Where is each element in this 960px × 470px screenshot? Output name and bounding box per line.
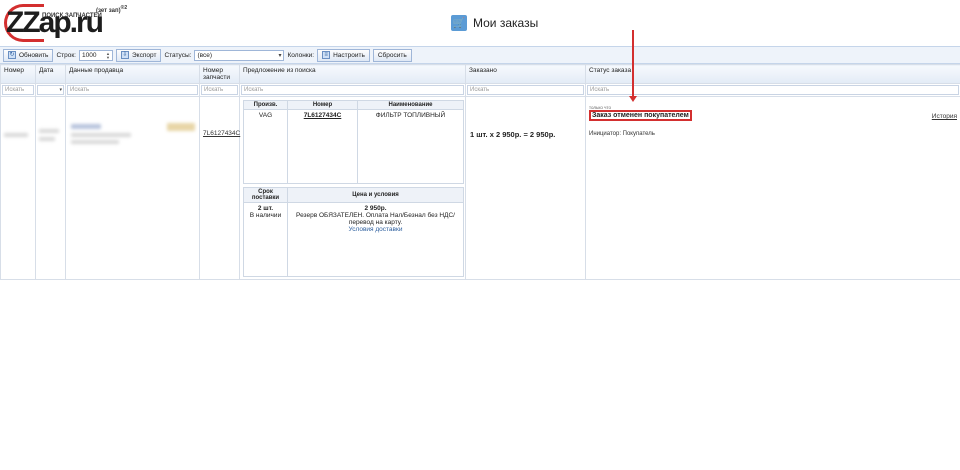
export-icon: ⇩ — [121, 51, 129, 59]
column-header-seller[interactable]: Данные продавца — [65, 64, 200, 84]
rows-input[interactable]: 1000 ▲ ▼ — [79, 49, 113, 61]
spinner-icon[interactable]: ▲ ▼ — [106, 51, 111, 60]
logo-brand: ZZap.ru — [6, 6, 104, 39]
offer-availability: В наличии — [249, 212, 282, 219]
logo-tagline: ПОИСК ЗАПЧАСТЕЙ — [42, 13, 102, 19]
columns-label: Колонки: — [287, 51, 315, 59]
offer-price-cell: 2 950р. Резерв ОБЯЗАТЕЛЕН. Оплата Нал/Бе… — [287, 202, 464, 277]
refresh-icon: ↻ — [8, 51, 16, 59]
order-number-cell — [0, 96, 36, 280]
reset-button[interactable]: Сбросить — [372, 48, 412, 62]
chevron-down-icon: ▾ — [278, 52, 282, 59]
column-header-date[interactable]: Дата — [35, 64, 66, 84]
seller-cell — [65, 96, 200, 280]
chevron-down-icon: ▾ — [59, 87, 62, 93]
redacted-seller-name — [71, 124, 101, 129]
annotation-arrow-head-icon — [629, 96, 637, 102]
redacted-time — [39, 137, 55, 141]
offer-header-name: Наименование — [357, 100, 464, 110]
filter-ordered-input[interactable]: Искать — [467, 85, 584, 95]
offer-name: ФИЛЬТР ТОПЛИВНЫЙ — [357, 109, 464, 184]
redacted-seller-badge — [167, 123, 195, 131]
column-header-status[interactable]: Статус заказа — [585, 64, 960, 84]
refresh-label: Обновить — [19, 51, 49, 59]
page-header: 🛒 Мои заказы — [451, 14, 538, 32]
offer-price: 2 950р. — [364, 205, 387, 212]
offer-header-price: Цена и условия — [287, 187, 464, 203]
logo-zet: (зет зап)®2 — [96, 5, 127, 14]
order-date-cell — [35, 96, 66, 280]
offer-qty: 2 шт. — [257, 205, 274, 212]
filter-offer-input[interactable]: Искать — [241, 85, 464, 95]
filter-part-input[interactable]: Искать — [201, 85, 238, 95]
history-link[interactable]: История — [932, 113, 957, 120]
rows-value: 1000 — [82, 51, 97, 59]
redacted-seller-info — [71, 133, 131, 137]
redacted-seller-contact — [71, 140, 119, 144]
ordered-summary: 1 шт. x 2 950р. = 2 950р. — [470, 130, 556, 139]
offer-brand: VAG — [243, 109, 288, 184]
status-initiator: Инициатор: Покупатель — [589, 131, 655, 137]
offer-table: Произв. Номер Наименование VAG 7L6127434… — [243, 100, 464, 184]
column-header-number[interactable]: Номер — [0, 64, 36, 84]
reset-label: Сбросить — [377, 51, 407, 59]
redacted-order-number — [4, 133, 28, 137]
statuses-label: Статусы: — [164, 51, 192, 59]
offer-header-brand: Произв. — [243, 100, 288, 110]
offer-terms-table: Срок поставки Цена и условия 2 шт. В нал… — [243, 187, 464, 277]
column-header-part-number[interactable]: Номер запчасти — [199, 64, 240, 84]
offer-header-number: Номер — [287, 100, 358, 110]
statuses-select[interactable]: (все) ▾ — [194, 49, 285, 61]
delivery-terms-link[interactable]: Условия доставки — [291, 226, 460, 233]
logo-zet-text: (зет зап) — [96, 8, 121, 14]
statuses-value: (все) — [197, 51, 213, 59]
filter-seller-input[interactable]: Искать — [67, 85, 198, 95]
table-row: 7L6127434C Произв. Номер Наименование VA… — [0, 96, 960, 280]
cart-icon: 🛒 — [451, 15, 467, 31]
logo-superscript: ®2 — [120, 5, 128, 11]
offer-header-delivery: Срок поставки — [243, 187, 288, 203]
offer-cell: Произв. Номер Наименование VAG 7L6127434… — [239, 96, 466, 280]
filter-status-input[interactable]: Искать — [587, 85, 959, 95]
filter-date-select[interactable]: ▾ — [37, 85, 64, 95]
redacted-date — [39, 129, 59, 133]
status-badge: Заказ отменен покупателем — [589, 110, 692, 121]
offer-conditions: Резерв ОБЯЗАТЕЛЕН. Оплата Нал/Безнал без… — [296, 212, 455, 226]
status-cell: только что Заказ отменен покупателем Ини… — [585, 96, 960, 280]
part-number-cell: 7L6127434C — [199, 96, 240, 280]
part-number-link[interactable]: 7L6127434C — [203, 130, 240, 137]
filter-number-input[interactable]: Искать — [2, 85, 34, 95]
offer-number-link[interactable]: 7L6127434C — [287, 109, 358, 184]
orders-table: Номер Дата Данные продавца Номер запчаст… — [0, 64, 960, 280]
refresh-button[interactable]: ↻ Обновить — [3, 48, 54, 62]
annotation-arrow-line — [632, 30, 634, 97]
export-label: Экспорт — [132, 51, 157, 59]
ordered-cell: 1 шт. x 2 950р. = 2 950р. — [465, 96, 586, 280]
offer-delivery-cell: 2 шт. В наличии — [243, 202, 288, 277]
configure-label: Настроить — [333, 51, 365, 59]
column-header-offer[interactable]: Предложение из поиска — [239, 64, 466, 84]
settings-icon: ≡ — [322, 51, 331, 59]
zzap-logo[interactable]: ZZap.ru ПОИСК ЗАПЧАСТЕЙ (зет зап)®2 — [4, 2, 134, 44]
configure-button[interactable]: ≡ Настроить — [317, 48, 370, 62]
column-header-ordered[interactable]: Заказано — [465, 64, 586, 84]
export-button[interactable]: ⇩ Экспорт — [116, 48, 162, 62]
toolbar: ↻ Обновить Строк: 1000 ▲ ▼ ⇩ Экспорт Стат… — [0, 46, 960, 64]
page-title: Мои заказы — [473, 16, 539, 30]
rows-label: Строк: — [56, 51, 76, 59]
